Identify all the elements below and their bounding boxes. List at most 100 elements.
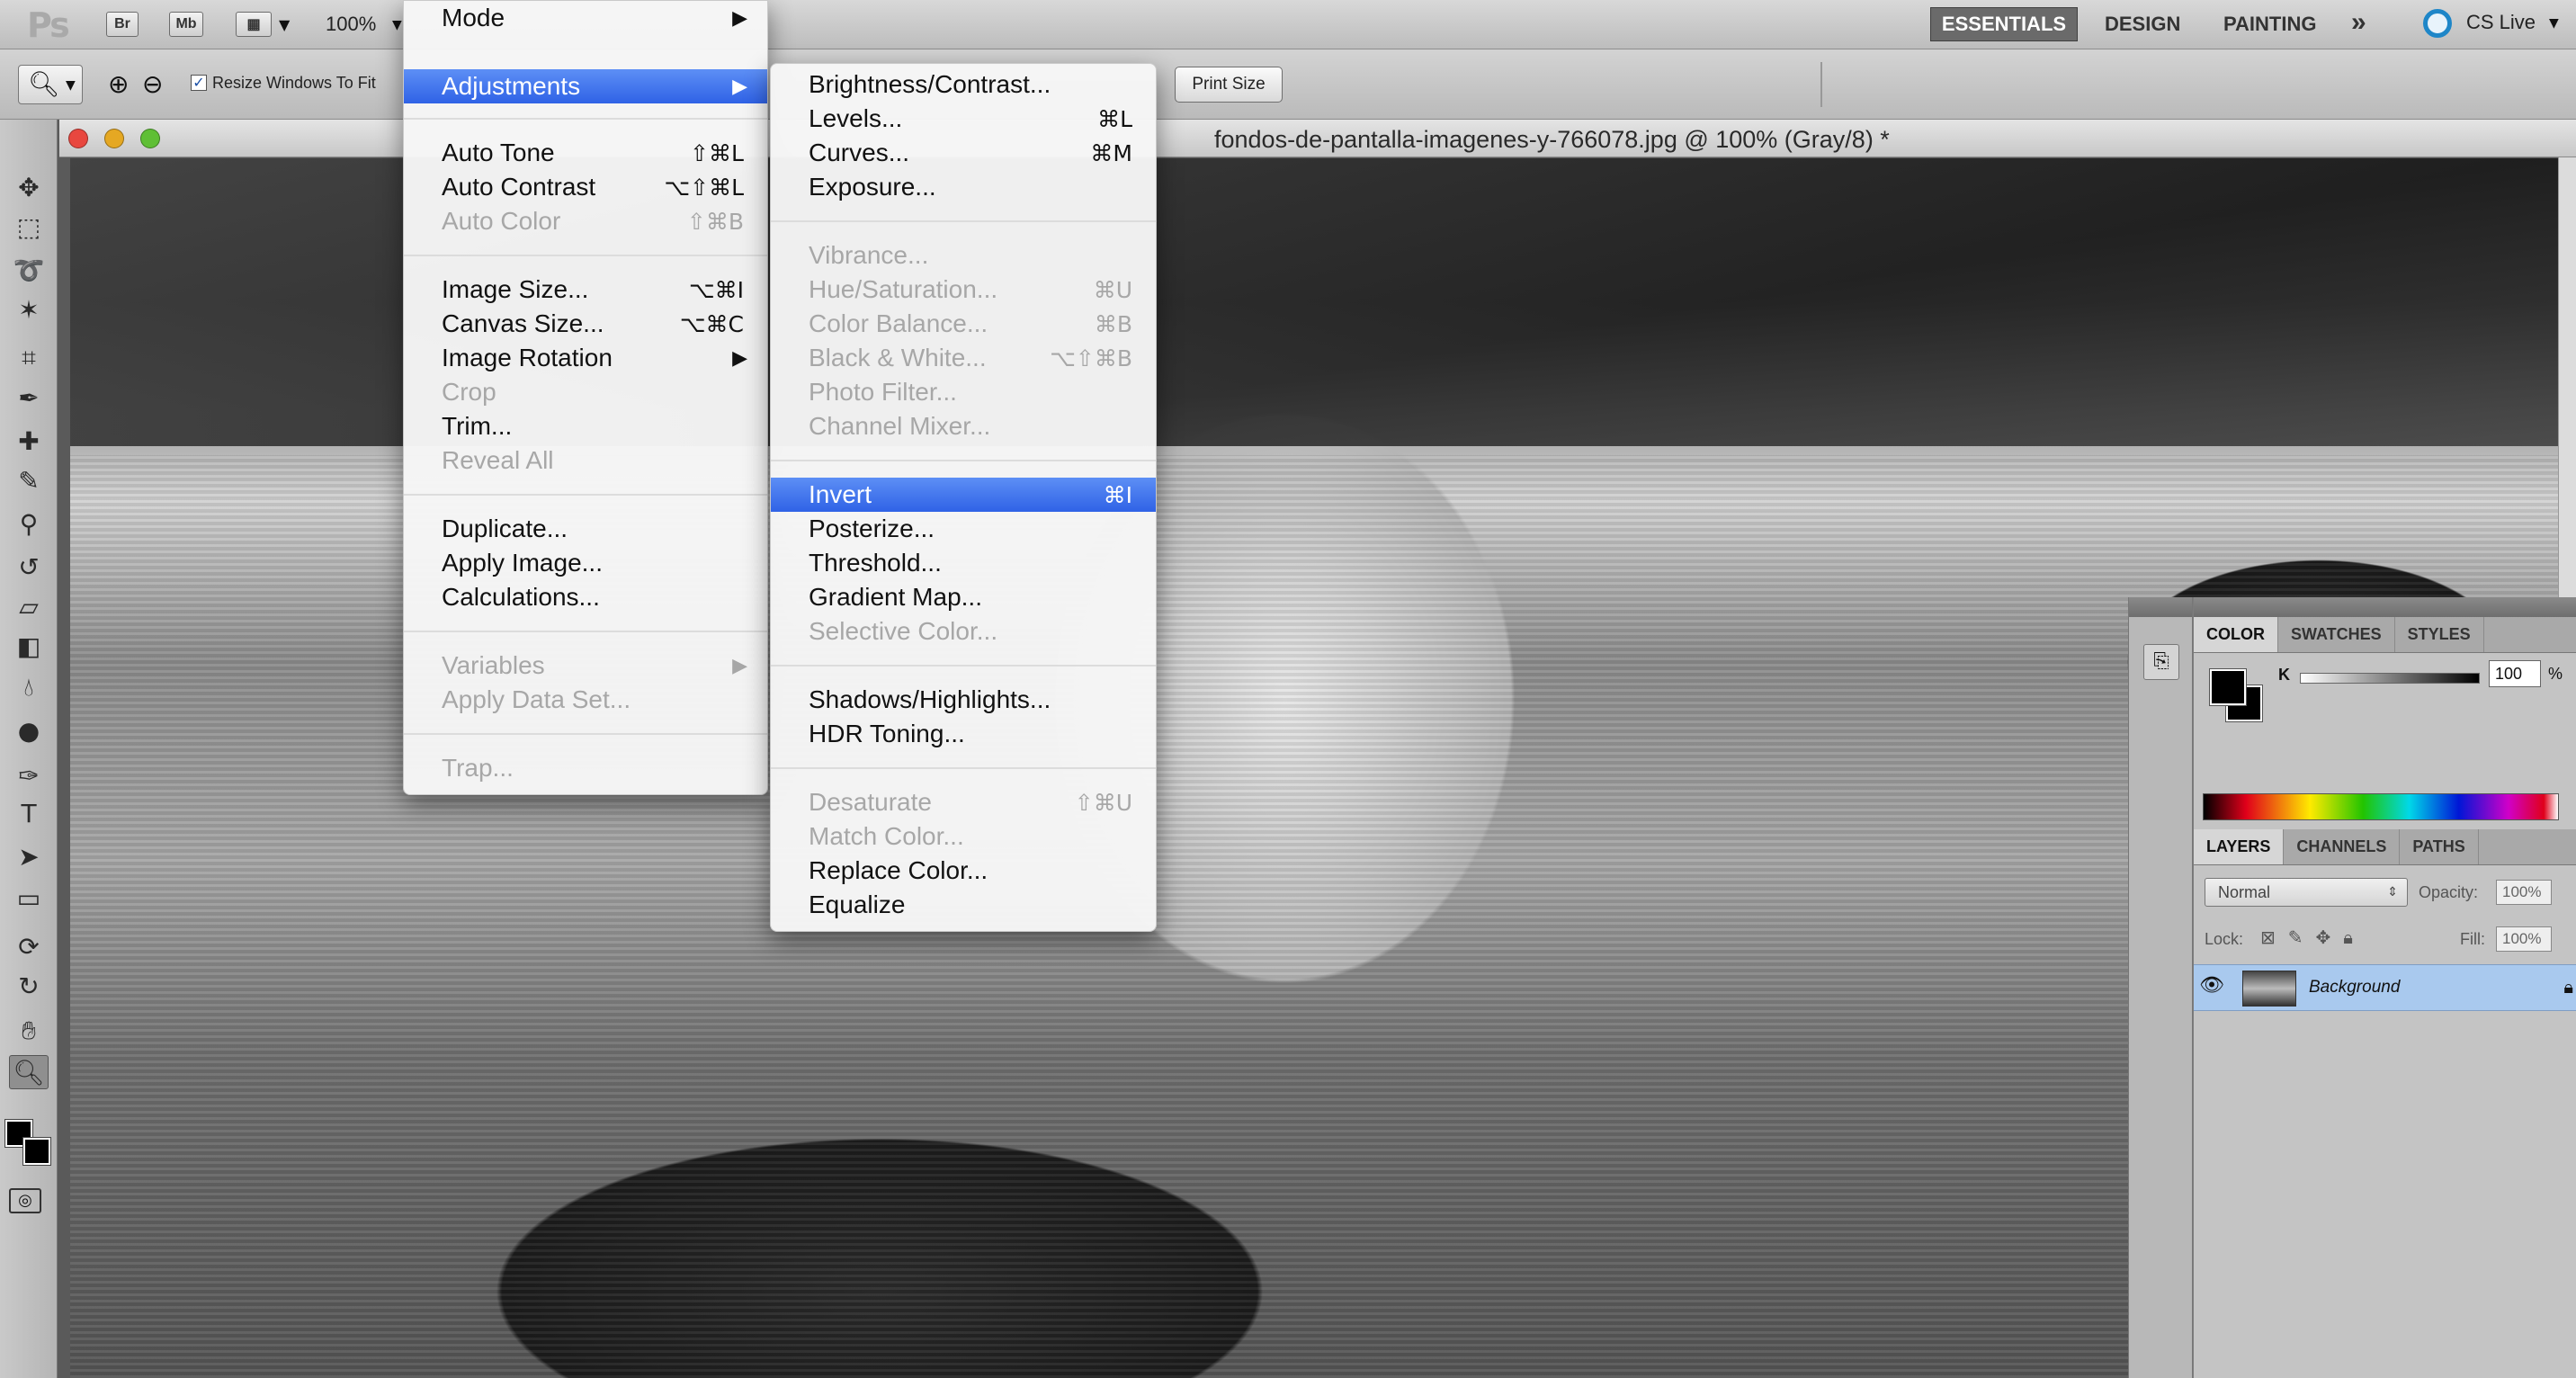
zoom-in-icon[interactable]: ⊕ [108, 69, 129, 99]
image-menu-item-apply-image[interactable]: Apply Image... [404, 546, 767, 580]
cs-live-dropdown-icon[interactable]: ▼ [2549, 16, 2559, 31]
clone-stamp-tool-icon[interactable]: ⚲ [9, 506, 49, 541]
image-menu-item-duplicate[interactable]: Duplicate... [404, 512, 767, 546]
adjustments-item-shadows-highlights[interactable]: Shadows/Highlights... [771, 683, 1156, 717]
photoshop-logo: Ps [27, 5, 70, 45]
zoom-out-icon[interactable]: ⊖ [142, 69, 163, 99]
eraser-tool-icon[interactable]: ▱ [9, 589, 49, 623]
adjustments-item-gradient-map[interactable]: Gradient Map... [771, 580, 1156, 614]
adjustments-item-brightness-contrast[interactable]: Brightness/Contrast... [771, 67, 1156, 102]
gradient-tool-icon[interactable]: ◧ [9, 629, 49, 663]
zoom-window-button[interactable] [140, 129, 160, 148]
image-menu-item-image-size[interactable]: Image Size... ⌥⌘I [404, 273, 767, 307]
eyedropper-tool-icon[interactable]: ✒ [9, 380, 49, 415]
menu-item-label: Mode [442, 4, 505, 31]
menu-item-label: Reveal All [442, 446, 554, 474]
zoom-tool-icon[interactable]: 🔍︎ [9, 1055, 49, 1089]
image-menu-item-trim[interactable]: Trim... [404, 409, 767, 443]
quick-mask-icon[interactable]: ◎ [9, 1188, 41, 1213]
mini-bridge-button[interactable]: Mb [169, 12, 203, 37]
history-brush-tool-icon[interactable]: ↺ [9, 550, 49, 584]
menu-item-label: Auto Tone [442, 139, 555, 166]
cs-live-icon[interactable] [2423, 9, 2452, 38]
lasso-tool-icon[interactable]: ➰ [9, 253, 49, 287]
adjustments-item-replace-color[interactable]: Replace Color... [771, 854, 1156, 888]
adjustments-item-curves[interactable]: Curves... ⌘M [771, 136, 1156, 170]
image-menu-item-mode[interactable]: Mode ▶ [404, 1, 767, 35]
image-menu-item-adjustments[interactable]: Adjustments ▶ [404, 69, 767, 103]
tab-swatches[interactable]: SWATCHES [2278, 617, 2395, 652]
image-menu-item-canvas-size[interactable]: Canvas Size... ⌥⌘C [404, 307, 767, 341]
print-size-button[interactable]: Print Size [1175, 67, 1283, 103]
chevron-down-icon: ▼ [66, 78, 76, 93]
history-panel-icon[interactable]: ⎘ [2143, 644, 2179, 680]
crop-tool-icon[interactable]: ⌗ [9, 341, 49, 375]
view-extras-icon[interactable]: ▦ [236, 12, 272, 37]
minimize-window-button[interactable] [104, 129, 124, 148]
image-menu-item-image-rotation[interactable]: Image Rotation ▶ [404, 341, 767, 375]
adjustments-item-levels[interactable]: Levels... ⌘L [771, 102, 1156, 136]
brush-tool-icon[interactable]: ✎ [9, 463, 49, 497]
fill-input[interactable]: 100% [2496, 926, 2552, 952]
workspace-design[interactable]: DESIGN [2105, 13, 2180, 36]
pen-tool-icon[interactable]: ✑ [9, 758, 49, 792]
menu-item-label: Levels... [809, 104, 903, 132]
adjustments-item-equalize[interactable]: Equalize [771, 888, 1156, 922]
k-channel-unit: % [2548, 665, 2563, 683]
quick-select-tool-icon[interactable]: ✶ [9, 292, 49, 327]
image-menu-item-auto-tone[interactable]: Auto Tone ⇧⌘L [404, 136, 767, 170]
tab-channels[interactable]: CHANNELS [2284, 829, 2401, 864]
move-tool-icon[interactable]: ✥ [9, 170, 49, 204]
lock-options-icons[interactable]: ⊠✎✥🔒︎ [2260, 926, 2366, 948]
hand-tool-icon[interactable]: ✋︎ [9, 1014, 49, 1048]
type-tool-icon[interactable]: T [9, 796, 49, 830]
adjustments-item-threshold[interactable]: Threshold... [771, 546, 1156, 580]
tab-styles[interactable]: STYLES [2395, 617, 2484, 652]
image-menu-item-auto-contrast[interactable]: Auto Contrast ⌥⇧⌘L [404, 170, 767, 204]
menu-item-label: Selective Color... [809, 617, 998, 645]
shape-tool-icon[interactable]: ▭ [9, 881, 49, 915]
bg-swatch-tool[interactable] [22, 1137, 51, 1166]
3d-rotate-tool-icon[interactable]: ⟳ [9, 929, 49, 963]
dodge-tool-icon[interactable]: ● [9, 713, 49, 747]
view-extras-dropdown-icon[interactable]: ▼ [279, 16, 290, 33]
lock-icon: 🔒︎ [2563, 976, 2573, 998]
tool-preset-picker[interactable]: 🔍︎ ▼ [18, 65, 83, 104]
k-channel-slider[interactable] [2300, 673, 2480, 684]
adjustments-item-exposure[interactable]: Exposure... [771, 170, 1156, 204]
healing-brush-tool-icon[interactable]: ✚ [9, 424, 49, 458]
menu-item-label: Curves... [809, 139, 910, 166]
workspace-painting[interactable]: PAINTING [2223, 13, 2316, 36]
cs-live-menu[interactable]: CS Live [2466, 11, 2536, 34]
color-spectrum-ramp[interactable] [2203, 793, 2559, 820]
menu-item-label: Photo Filter... [809, 378, 957, 406]
adjustments-item-hdr-toning[interactable]: HDR Toning... [771, 717, 1156, 751]
layer-row-background[interactable]: 👁︎ Background 🔒︎ [2194, 964, 2576, 1011]
image-menu-item-calculations[interactable]: Calculations... [404, 580, 767, 614]
zoom-dropdown-icon[interactable]: ▼ [392, 18, 402, 32]
zoom-level[interactable]: 100% [326, 13, 376, 36]
image-menu-item-apply-data-set: Apply Data Set... [404, 683, 767, 717]
close-window-button[interactable] [68, 129, 88, 148]
menu-item-label: Variables [442, 651, 545, 679]
more-workspaces-icon[interactable]: » [2351, 7, 2366, 38]
workspace-essentials[interactable]: ESSENTIALS [1930, 7, 2078, 41]
tab-paths[interactable]: PATHS [2400, 829, 2479, 864]
eye-icon[interactable]: 👁︎ [2199, 974, 2228, 1003]
adjustments-item-posterize[interactable]: Posterize... [771, 512, 1156, 546]
blur-tool-icon[interactable]: 💧︎ [9, 670, 49, 704]
foreground-color-swatch[interactable] [2209, 668, 2247, 706]
tab-layers[interactable]: LAYERS [2194, 829, 2285, 864]
opacity-input[interactable]: 100% [2496, 880, 2552, 905]
blend-mode-select[interactable]: Normal ⇕ [2205, 878, 2408, 907]
menu-item-label: Match Color... [809, 822, 964, 850]
marquee-tool-icon[interactable]: ⬚ [9, 210, 49, 244]
path-select-tool-icon[interactable]: ➤ [9, 839, 49, 873]
k-channel-input[interactable]: 100 [2489, 660, 2541, 687]
bridge-button[interactable]: Br [106, 12, 139, 37]
resize-windows-checkbox[interactable]: ✓ [191, 75, 207, 91]
tab-color[interactable]: COLOR [2194, 617, 2278, 652]
adjustments-item-invert[interactable]: Invert ⌘I [771, 478, 1156, 512]
layers-panel-tabs: LAYERS CHANNELS PATHS [2194, 829, 2576, 865]
3d-orbit-tool-icon[interactable]: ↻ [9, 969, 49, 1003]
